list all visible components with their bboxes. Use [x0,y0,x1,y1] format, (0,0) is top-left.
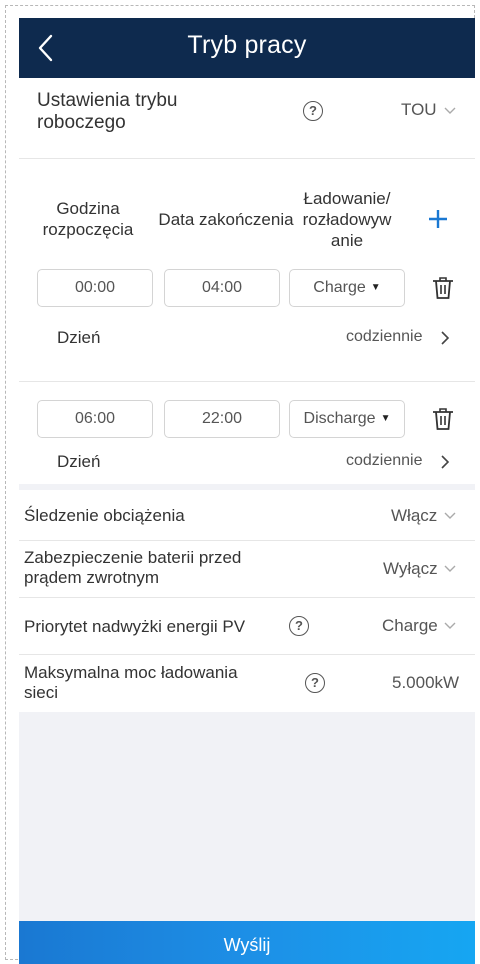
load-tracking-label: Śledzenie obciążenia [24,506,185,525]
chevron-down-icon [444,565,456,572]
grid-charge-value[interactable]: 5.000kW [392,673,459,693]
schedule-card: Ustawienia trybu roboczego ? TOU Godzina… [19,78,475,484]
caret-down-icon: ▼ [370,282,381,293]
chevron-right-icon [441,331,450,345]
reverse-protection-label: Zabezpieczenie baterii przed prądem zwro… [24,548,242,587]
grid-charge-label: Maksymalna moc ładowania sieci [24,663,238,702]
pv-priority-label: Priorytet nadwyżki energii PV [24,617,246,636]
trash-icon[interactable] [432,407,454,431]
mode-select[interactable]: Discharge ▼ [289,400,405,438]
day-row[interactable]: Dzień codziennie [19,314,475,358]
work-mode-label: Ustawienia trybu roboczego [37,90,178,133]
page-title: Tryb pracy [187,31,307,59]
reverse-protection-value: Wyłącz [383,559,438,578]
end-time-input[interactable]: 04:00 [164,269,280,307]
divider [19,158,475,159]
mode-select[interactable]: Charge ▼ [289,269,405,307]
settings-card: Śledzenie obciążenia Włącz Zabezpieczeni… [19,490,475,712]
column-end-time: Data zakończenia [158,210,294,229]
grid-charge-row[interactable]: Maksymalna moc ładowania sieci ? 5.000kW [19,655,475,712]
mode-select-value: Charge [313,279,366,296]
plus-icon[interactable] [427,208,449,230]
day-value: codziennie [346,452,423,469]
mode-select-value: Discharge [303,410,376,427]
end-time-input[interactable]: 22:00 [164,400,280,438]
chevron-down-icon [444,622,456,629]
divider [19,381,475,382]
column-charge-mode: Ładowanie/ rozładowyw anie [302,189,392,250]
header-bar: Tryb pracy [19,18,475,78]
column-start-time: Godzina rozpoczęcia [42,199,134,239]
day-value: codziennie [346,328,423,345]
help-icon[interactable]: ? [303,101,323,121]
chevron-down-icon [444,512,456,519]
work-mode-value: TOU [401,100,437,119]
chevron-right-icon [441,455,450,469]
help-icon[interactable]: ? [289,616,309,636]
submit-button[interactable]: Wyślij [19,921,475,964]
pv-priority-row[interactable]: Priorytet nadwyżki energii PV ? Charge [19,598,475,654]
trash-icon[interactable] [432,276,454,300]
load-tracking-value: Włącz [391,506,438,525]
pv-priority-value: Charge [382,616,438,635]
work-mode-select[interactable]: TOU [389,98,461,124]
day-label: Dzień [57,328,101,347]
start-time-input[interactable]: 06:00 [37,400,153,438]
start-time-input[interactable]: 00:00 [37,269,153,307]
load-tracking-row[interactable]: Śledzenie obciążenia Włącz [19,490,475,540]
reverse-protection-row[interactable]: Zabezpieczenie baterii przed prądem zwro… [19,541,475,597]
day-label: Dzień [57,452,101,471]
caret-down-icon: ▼ [380,413,391,424]
chevron-down-icon [444,107,456,114]
help-icon[interactable]: ? [305,673,325,693]
day-row[interactable]: Dzień codziennie [19,440,475,484]
app-screen: Tryb pracy Ustawienia trybu roboczego ? … [19,18,475,964]
